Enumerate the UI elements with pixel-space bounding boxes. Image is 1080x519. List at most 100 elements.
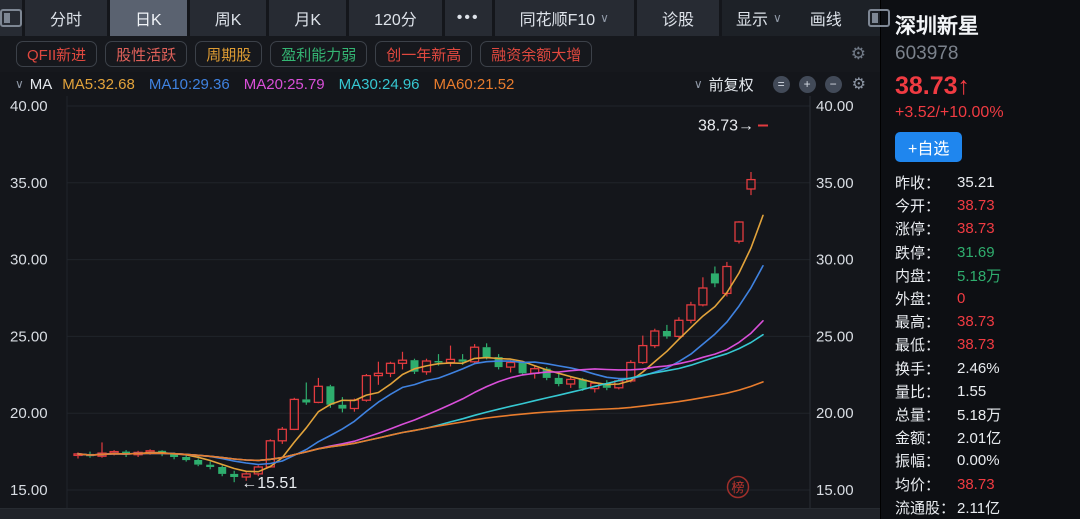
quote-row-label: 内盘： [895, 265, 957, 286]
ma-value-label: MA10:29.36 [149, 76, 230, 93]
current-price: 38.73↑ [895, 72, 1080, 101]
quote-row-value: 31.69 [957, 244, 995, 261]
quote-row-label: 今开： [895, 195, 957, 216]
quote-row-value: 38.73 [957, 476, 995, 493]
zoom-in-icon[interactable]: + [799, 76, 816, 93]
tab-ths-f10[interactable]: 同花顺F10∨ [495, 0, 637, 36]
tags-settings-gear-icon[interactable]: ⚙ [851, 44, 866, 64]
toolbar-action-display[interactable]: 显示∨ [722, 0, 796, 36]
tab-daily-k[interactable]: 日K [110, 0, 190, 36]
tab-time-sharing[interactable]: 分时 [25, 0, 110, 36]
ma-indicator-bar: ∨ MA MA5:32.68 MA10:29.36 MA20:25.79 MA30:2… [0, 72, 880, 96]
stock-tag[interactable]: 盈利能力弱 [270, 41, 367, 67]
stock-tag[interactable]: 融资余额大增 [480, 41, 592, 67]
ma-value-label: MA30:24.96 [339, 76, 420, 93]
quote-row-label: 总量： [895, 404, 957, 425]
svg-text:15.00: 15.00 [10, 482, 48, 499]
quote-row: 外盘：0 [895, 287, 1080, 310]
chevron-down-icon: ∨ [773, 11, 782, 25]
toolbar-action-draw-line[interactable]: 画线 [796, 0, 856, 36]
quote-detail-rows: 昨收：35.21今开：38.73涨停：38.73跌停：31.69内盘：5.18万… [895, 171, 1080, 519]
ma-group-label: MA [30, 76, 53, 93]
ma-value-label: MA20:25.79 [244, 76, 325, 93]
quote-row-label: 涨停： [895, 218, 957, 239]
chart-pane: 分时日K周K月K120分•••同花顺F10∨诊股 显示∨画线 QFII新进股性活… [0, 0, 880, 519]
svg-text:30.00: 30.00 [10, 252, 48, 269]
kline-chart[interactable]: 40.0040.0035.0035.0030.0030.0025.0025.00… [0, 96, 880, 508]
ma-legend: ∨ MA MA5:32.68 MA10:29.36 MA20:25.79 MA30:2… [0, 76, 528, 93]
tab-weekly-k[interactable]: 周K [190, 0, 270, 36]
chevron-down-icon[interactable]: ∨ [15, 77, 24, 91]
stock-tag[interactable]: 周期股 [195, 41, 262, 67]
quote-row-value: 0 [957, 290, 965, 307]
svg-text:40.00: 40.00 [10, 98, 48, 115]
zoom-controls: = +−⚙ [764, 74, 866, 94]
chevron-down-icon[interactable]: ∨ [694, 77, 703, 91]
quote-row-value: 35.21 [957, 174, 995, 191]
svg-text:20.00: 20.00 [816, 405, 854, 422]
tab-more[interactable]: ••• [445, 0, 495, 36]
panel-toggle-icon [868, 9, 890, 27]
stock-tag[interactable]: QFII新进 [16, 41, 97, 67]
chevron-down-icon: ∨ [600, 11, 609, 25]
svg-text:20.00: 20.00 [10, 405, 48, 422]
quote-row-value: 0.00% [957, 452, 1000, 469]
chart-controls: ∨ 前复权 = +−⚙ [689, 74, 880, 95]
compress-icon[interactable]: = [773, 76, 790, 93]
quote-row: 涨停：38.73 [895, 217, 1080, 240]
quote-row: 最低：38.73 [895, 333, 1080, 356]
quote-row-label: 最低： [895, 334, 957, 355]
quote-row: 均价：38.73 [895, 472, 1080, 495]
chart-settings-icon[interactable]: ⚙ [852, 74, 866, 94]
quote-row: 昨收：35.21 [895, 171, 1080, 194]
quote-row-value: 38.73 [957, 197, 995, 214]
quote-row-label: 外盘： [895, 288, 957, 309]
ma-value-label: MA5:32.68 [62, 76, 135, 93]
tab-diagnose[interactable]: 诊股 [637, 0, 722, 36]
quote-row-label: 量比： [895, 381, 957, 402]
quote-row-label: 流通股： [895, 497, 957, 518]
quote-row: 今开：38.73 [895, 194, 1080, 217]
quote-row-label: 昨收： [895, 172, 957, 193]
quote-row: 最高：38.73 [895, 310, 1080, 333]
adjust-mode-label[interactable]: 前复权 [709, 74, 754, 95]
quote-row-label: 金额： [895, 427, 957, 448]
ma-values: MA5:32.68MA10:29.36MA20:25.79MA30:24.96M… [62, 76, 528, 93]
left-panel-toggle-button[interactable] [0, 0, 25, 36]
quote-row-label: 跌停： [895, 242, 957, 263]
quote-row: 流通股：2.11亿 [895, 496, 1080, 519]
svg-text:38.73→: 38.73→ [698, 118, 754, 135]
stock-tags-row: QFII新进股性活跃周期股盈利能力弱创一年新高融资余额大增 ⚙ [0, 36, 880, 72]
toolbar-tabs: 分时日K周K月K120分•••同花顺F10∨诊股 [25, 0, 722, 36]
toolbar-right-actions: 显示∨画线 [722, 0, 856, 36]
quote-row: 总量：5.18万 [895, 403, 1080, 426]
quote-row: 换手：2.46% [895, 357, 1080, 380]
quote-row-label: 均价： [895, 474, 957, 495]
stock-tag[interactable]: 创一年新高 [375, 41, 472, 67]
add-watchlist-button[interactable]: +自选 [895, 132, 962, 162]
period-toolbar: 分时日K周K月K120分•••同花顺F10∨诊股 显示∨画线 [0, 0, 880, 36]
quote-row: 金额：2.01亿 [895, 426, 1080, 449]
stock-app-window: 分时日K周K月K120分•••同花顺F10∨诊股 显示∨画线 QFII新进股性活… [0, 0, 1080, 519]
quote-row-value: 5.18万 [957, 404, 1001, 425]
quote-row: 振幅：0.00% [895, 449, 1080, 472]
svg-text:←15.51: ←15.51 [241, 475, 297, 492]
bottom-strip [0, 508, 880, 519]
quote-row-value: 2.46% [957, 360, 1000, 377]
stock-name: 深圳新星 [895, 10, 1080, 40]
stock-code: 603978 [895, 43, 1080, 65]
quote-row-value: 38.73 [957, 220, 995, 237]
quote-row: 跌停：31.69 [895, 241, 1080, 264]
zoom-out-icon[interactable]: − [825, 76, 842, 93]
stock-tag[interactable]: 股性活跃 [105, 41, 187, 67]
tab-monthly-k[interactable]: 月K [269, 0, 349, 36]
quote-row-label: 换手： [895, 358, 957, 379]
candlestick-svg[interactable]: 40.0040.0035.0035.0030.0030.0025.0025.00… [0, 96, 880, 508]
svg-text:35.00: 35.00 [816, 175, 854, 192]
quote-row-label: 振幅： [895, 450, 957, 471]
quote-row: 量比：1.55 [895, 380, 1080, 403]
tab-120min[interactable]: 120分 [349, 0, 445, 36]
quote-row-value: 38.73 [957, 336, 995, 353]
quote-row-value: 2.01亿 [957, 427, 1001, 448]
quote-row-value: 1.55 [957, 383, 986, 400]
